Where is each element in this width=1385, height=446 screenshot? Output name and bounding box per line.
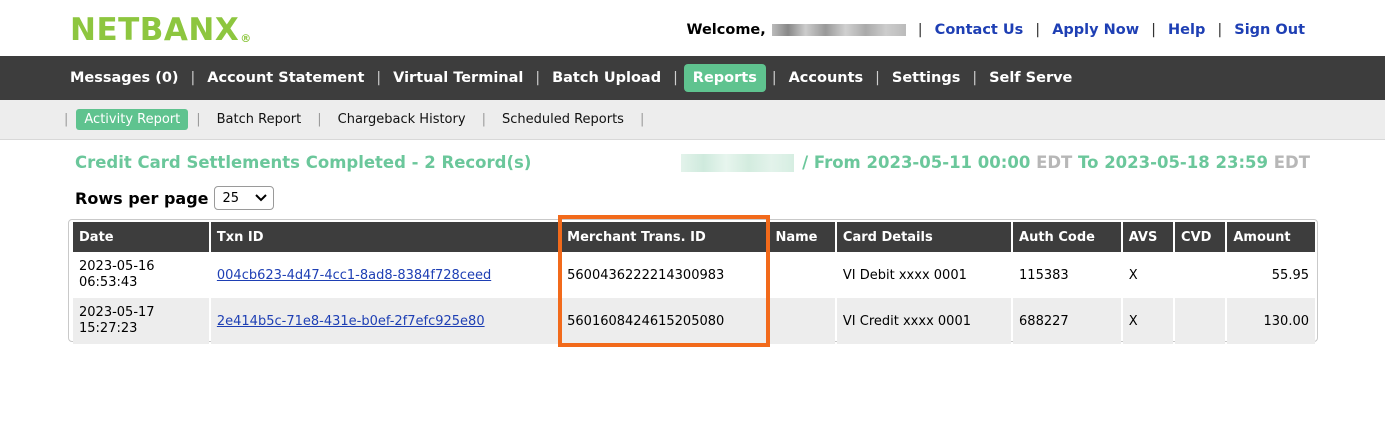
col-name[interactable]: Name: [769, 222, 835, 252]
col-merchant-trans-id[interactable]: Merchant Trans. ID: [561, 222, 768, 252]
contact-us-link[interactable]: Contact Us: [935, 22, 1024, 38]
col-avs[interactable]: AVS: [1122, 222, 1174, 252]
subnav-scheduled-reports[interactable]: Scheduled Reports: [494, 109, 632, 130]
range-to: 2023-05-18 23:59: [1104, 153, 1269, 172]
report-title: Credit Card Settlements Completed - 2 Re…: [75, 153, 532, 172]
subnav-batch-report[interactable]: Batch Report: [209, 109, 310, 130]
cell-merchant-trans-id: 5600436222214300983: [561, 252, 768, 298]
cell-date: 2023-05-16 06:53:43: [73, 252, 209, 298]
nav-batch-upload[interactable]: Batch Upload: [546, 65, 667, 91]
nav-accounts[interactable]: Accounts: [783, 65, 870, 91]
col-date[interactable]: Date: [73, 222, 209, 252]
main-nav: Messages (0) | Account Statement | Virtu…: [0, 56, 1385, 100]
txn-id-link[interactable]: 004cb623-4d47-4cc1-8ad8-8384f728ceed: [217, 268, 491, 283]
cell-name: [769, 298, 835, 344]
sign-out-link[interactable]: Sign Out: [1234, 22, 1305, 38]
welcome-text: Welcome,: [686, 22, 766, 38]
nav-messages[interactable]: Messages (0): [64, 65, 185, 91]
apply-now-link[interactable]: Apply Now: [1052, 22, 1139, 38]
subnav-activity-report[interactable]: Activity Report: [76, 109, 189, 130]
sub-nav: | Activity Report | Batch Report | Charg…: [0, 100, 1385, 140]
report-date-range: / From 2023-05-11 00:00 EDT To 2023-05-1…: [681, 153, 1310, 172]
cell-cvd: [1175, 252, 1226, 298]
help-link[interactable]: Help: [1168, 22, 1205, 38]
chevron-down-icon: [254, 192, 267, 205]
col-cvd[interactable]: CVD: [1175, 222, 1226, 252]
top-links: Welcome, | Contact Us | Apply Now | Help…: [686, 22, 1305, 38]
cell-name: [769, 252, 835, 298]
col-txn-id[interactable]: Txn ID: [210, 222, 560, 252]
cell-card-details: VI Debit xxxx 0001: [836, 252, 1012, 298]
nav-settings[interactable]: Settings: [886, 65, 966, 91]
range-from: 2023-05-11 00:00: [866, 153, 1031, 172]
range-to-tz: EDT: [1273, 153, 1310, 172]
col-card-details[interactable]: Card Details: [836, 222, 1012, 252]
table-row: 2023-05-17 15:27:23 2e414b5c-71e8-431e-b0…: [73, 298, 1315, 344]
cell-card-details: VI Credit xxxx 0001: [836, 298, 1012, 344]
settlements-table: Date Txn ID Merchant Trans. ID Name Card…: [71, 222, 1317, 344]
cell-merchant-trans-id: 5601608424615205080: [561, 298, 768, 344]
rows-per-page-label: Rows per page: [75, 188, 209, 208]
settlements-table-container: Date Txn ID Merchant Trans. ID Name Card…: [68, 219, 1318, 344]
redacted-username: [771, 24, 906, 36]
nav-account-statement[interactable]: Account Statement: [201, 65, 370, 91]
netbanx-logo: NETBANX®: [70, 12, 252, 48]
table-row: 2023-05-16 06:53:43 004cb623-4d47-4cc1-8a…: [73, 252, 1315, 298]
col-amount[interactable]: Amount: [1227, 222, 1315, 252]
subnav-chargeback-history[interactable]: Chargeback History: [330, 109, 474, 130]
rows-per-page: Rows per page 25: [75, 186, 274, 210]
cell-txn-id: 2e414b5c-71e8-431e-b0ef-2f7efc925e80: [210, 298, 560, 344]
rows-per-page-select[interactable]: 25: [213, 186, 274, 210]
redacted-account: [681, 153, 795, 172]
nav-virtual-terminal[interactable]: Virtual Terminal: [387, 65, 529, 91]
cell-amount: 55.95: [1227, 252, 1315, 298]
table-header-row: Date Txn ID Merchant Trans. ID Name Card…: [73, 222, 1315, 252]
nav-self-serve[interactable]: Self Serve: [983, 65, 1078, 91]
cell-auth-code: 115383: [1013, 252, 1121, 298]
cell-avs: X: [1122, 252, 1174, 298]
cell-amount: 130.00: [1227, 298, 1315, 344]
col-auth-code[interactable]: Auth Code: [1013, 222, 1121, 252]
cell-date: 2023-05-17 15:27:23: [73, 298, 209, 344]
cell-auth-code: 688227: [1013, 298, 1121, 344]
range-from-tz: EDT: [1036, 153, 1073, 172]
txn-id-link[interactable]: 2e414b5c-71e8-431e-b0ef-2f7efc925e80: [217, 314, 485, 329]
cell-avs: X: [1122, 298, 1174, 344]
cell-txn-id: 004cb623-4d47-4cc1-8ad8-8384f728ceed: [210, 252, 560, 298]
cell-cvd: [1175, 298, 1226, 344]
nav-reports[interactable]: Reports: [683, 64, 766, 92]
